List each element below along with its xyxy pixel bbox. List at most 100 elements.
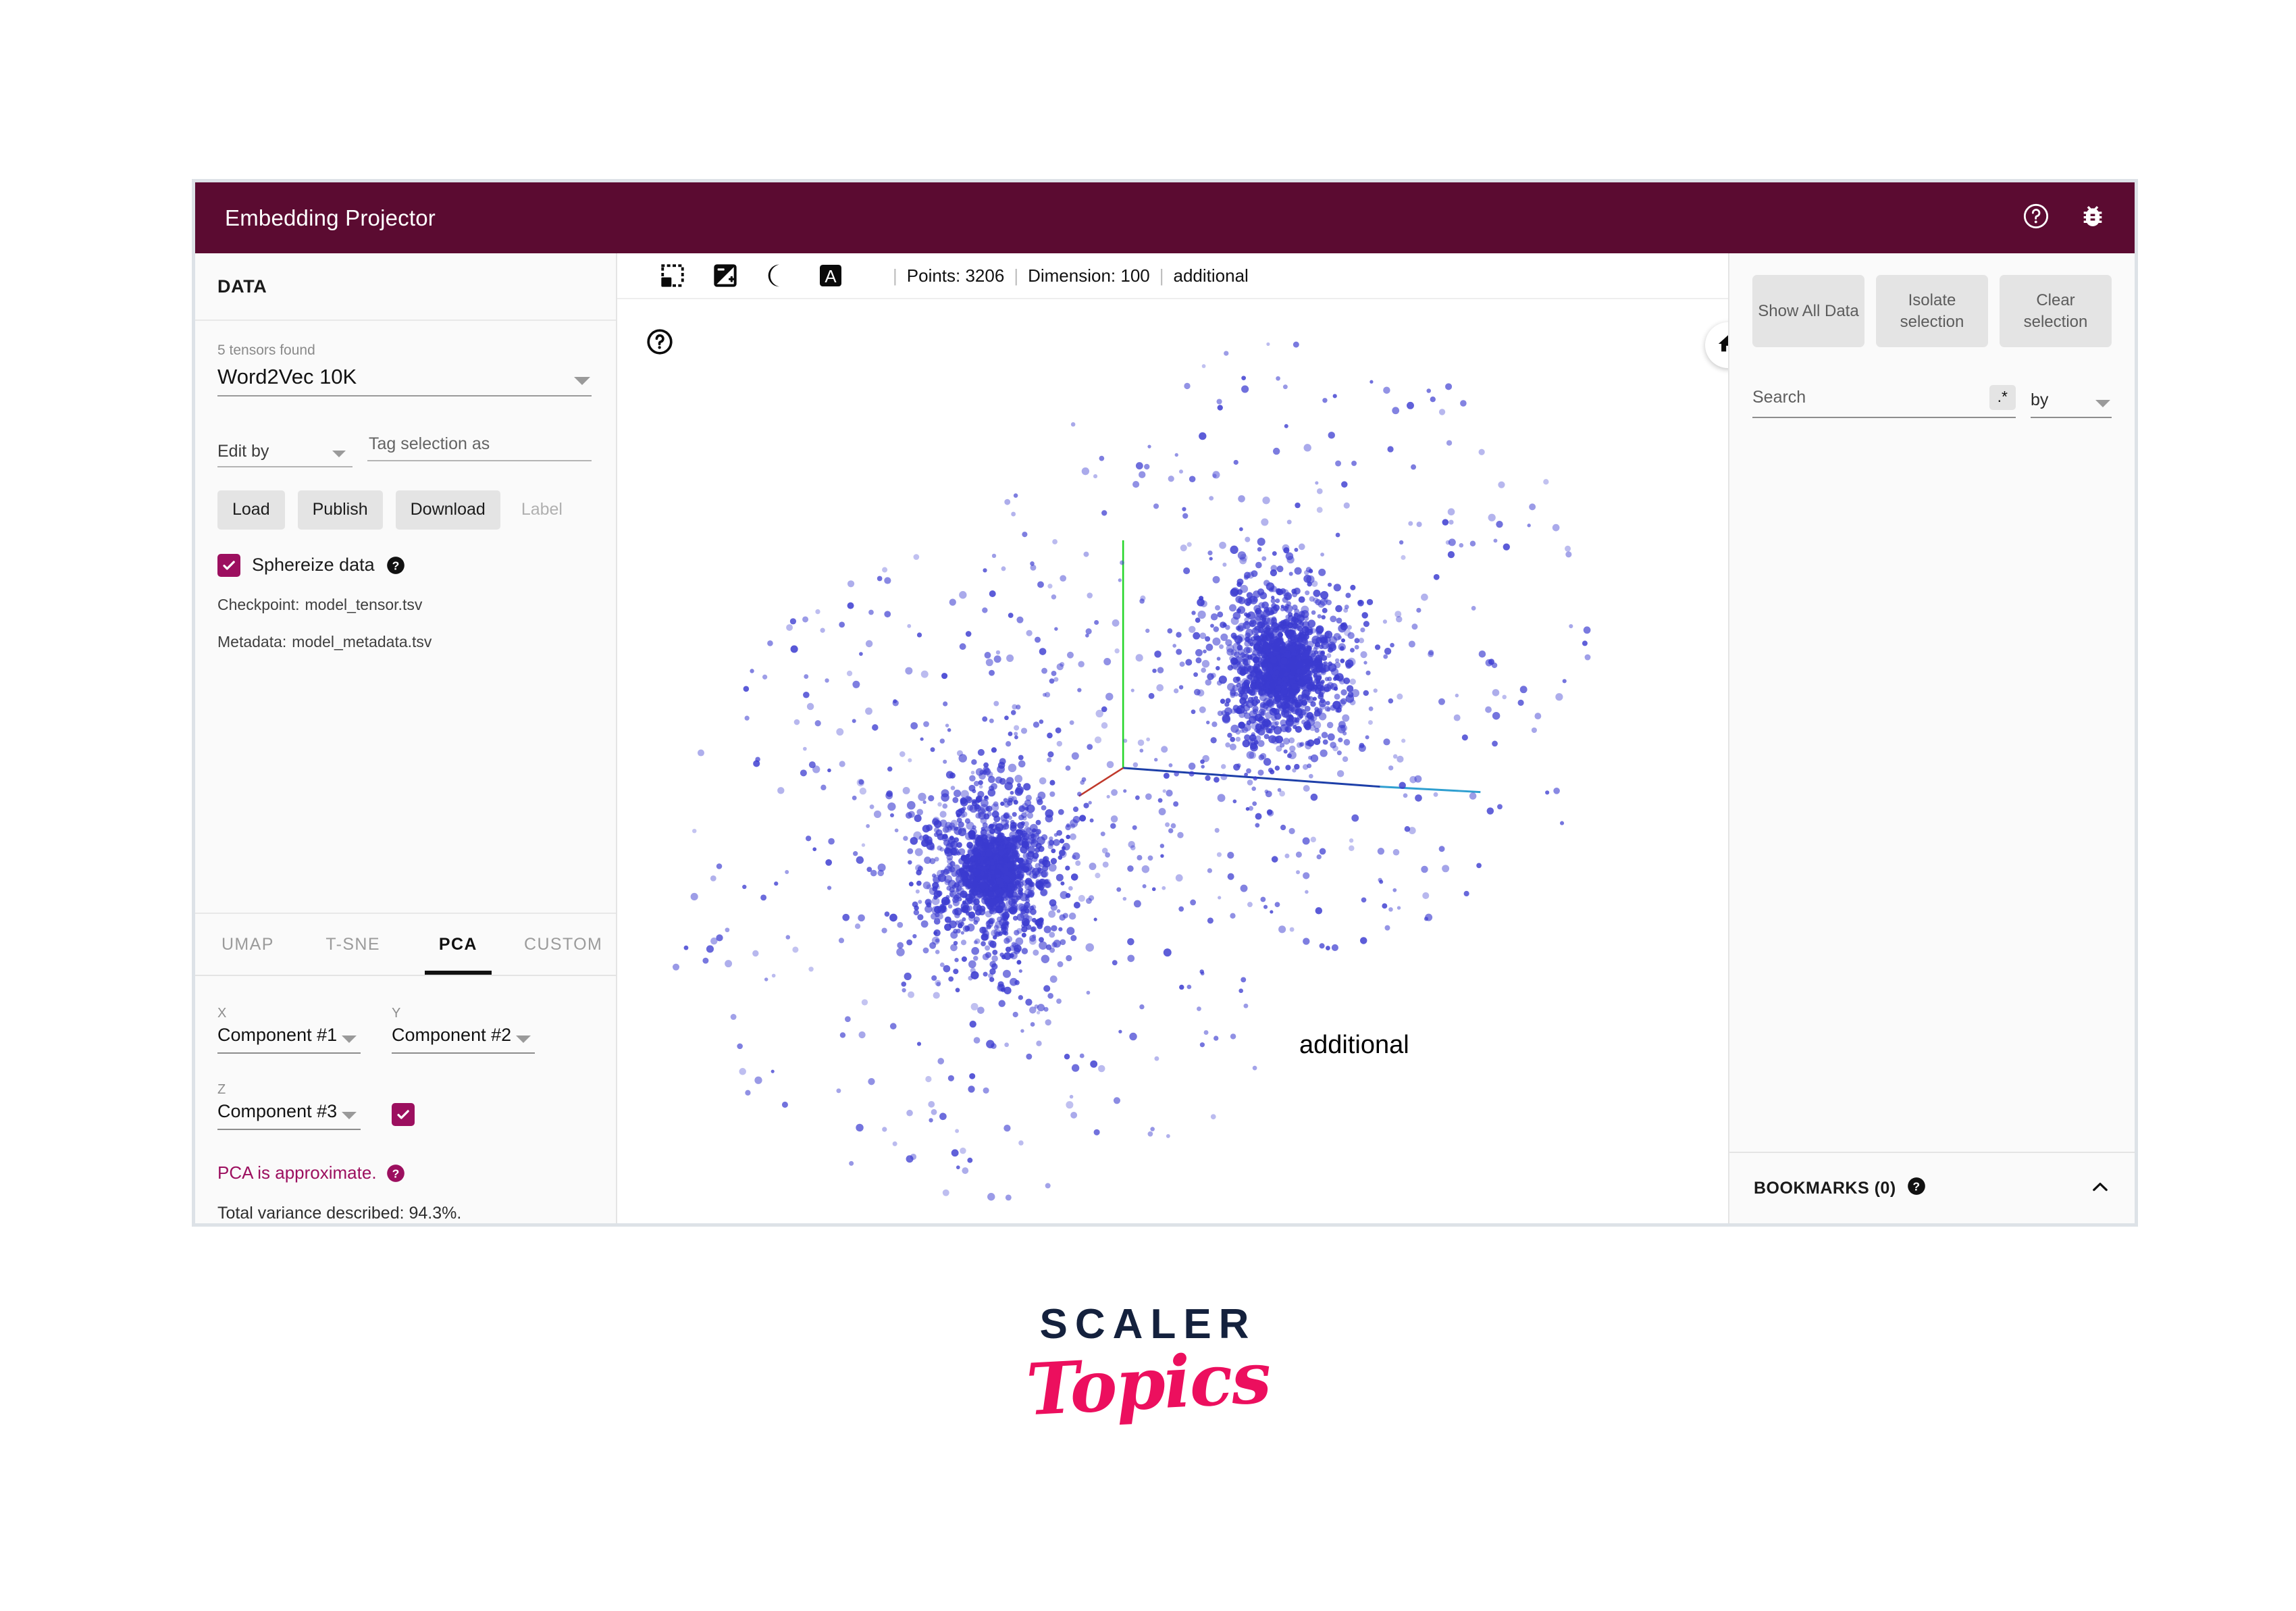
bookmarks-left: BOOKMARKS (0) ? xyxy=(1754,1177,1926,1200)
edit-by-select[interactable]: Edit by xyxy=(217,434,353,468)
scatter-points xyxy=(672,341,1591,1201)
tab-umap[interactable]: UMAP xyxy=(195,914,301,975)
labels-icon[interactable]: A xyxy=(817,262,844,289)
chevron-down-icon xyxy=(2095,400,2110,408)
selected-point-name: additional xyxy=(1173,265,1249,286)
data-action-buttons: Load Publish Download Label xyxy=(217,490,592,530)
svg-text:A: A xyxy=(825,267,837,286)
pca-x-label: X xyxy=(217,1006,227,1021)
pca-x-select[interactable]: Component #1 xyxy=(217,1025,361,1054)
svg-text:?: ? xyxy=(392,1167,399,1180)
points-count: Points: 3206 xyxy=(906,265,1005,286)
pca-z-value: Component #3 xyxy=(217,1101,338,1121)
pca-z-label: Z xyxy=(217,1082,226,1097)
pca-y-field: Y Component #2 xyxy=(392,1006,535,1054)
chevron-down-icon xyxy=(342,1035,357,1043)
clear-selection-button[interactable]: Clear selection xyxy=(2000,275,2112,348)
checkpoint-value: model_tensor.tsv xyxy=(305,595,423,613)
chevron-up-icon[interactable] xyxy=(2089,1175,2112,1202)
pca-xy-row: X Component #1 Y Component #2 xyxy=(217,1006,592,1054)
edit-row: Edit by xyxy=(217,434,592,468)
app-window: Embedding Projector DATA 5 tensors found… xyxy=(192,179,2138,1227)
data-sidebar: DATA 5 tensors found Word2Vec 10K Edit b… xyxy=(195,253,617,1223)
stats-separator-1: | xyxy=(893,265,897,286)
show-all-data-button[interactable]: Show All Data xyxy=(1752,275,1864,348)
regex-toggle-button[interactable]: .* xyxy=(1989,385,2016,411)
search-input[interactable] xyxy=(1752,388,1984,408)
pca-y-select[interactable]: Component #2 xyxy=(392,1025,535,1054)
logo-topics-text: Topics xyxy=(1024,1335,1272,1432)
pca-3d-checkbox[interactable] xyxy=(392,1103,415,1126)
checkpoint-key: Checkpoint: xyxy=(217,595,300,613)
search-by-label: by xyxy=(2031,390,2049,410)
bookmarks-bar[interactable]: BOOKMARKS (0) ? xyxy=(1729,1153,2135,1223)
scatter-canvas[interactable]: additional xyxy=(617,299,1728,1223)
pca-z-field: Z Component #3 xyxy=(217,1082,361,1130)
pca-x-value: Component #1 xyxy=(217,1025,338,1045)
sphereize-label: Sphereize data xyxy=(252,555,375,576)
load-button[interactable]: Load xyxy=(217,490,285,530)
pca-x-field: X Component #1 xyxy=(217,1006,361,1054)
chevron-down-icon xyxy=(332,451,346,458)
canvas-stats: | Points: 3206 | Dimension: 100 | additi… xyxy=(883,265,1249,286)
app-title: Embedding Projector xyxy=(225,205,436,230)
night-mode-contrast-icon[interactable] xyxy=(712,262,739,289)
help-icon[interactable]: ? xyxy=(386,1164,405,1183)
moon-icon[interactable] xyxy=(764,262,791,289)
chevron-down-icon xyxy=(516,1035,531,1043)
stats-separator-3: | xyxy=(1159,265,1164,286)
projector-canvas-panel: A | Points: 3206 | Dimension: 100 | addi… xyxy=(617,253,1729,1223)
download-button[interactable]: Download xyxy=(395,490,500,530)
search-field: .* xyxy=(1752,385,2016,419)
label-button: Label xyxy=(513,490,577,530)
chevron-down-icon xyxy=(342,1112,357,1119)
search-by-select[interactable]: by xyxy=(2031,390,2112,419)
data-section: 5 tensors found Word2Vec 10K Edit by Tag… xyxy=(195,321,616,914)
total-variance-text: Total variance described: 94.3%. xyxy=(217,1204,462,1223)
header-icon-group xyxy=(2023,203,2106,233)
pca-approximate-text: PCA is approximate. xyxy=(217,1162,377,1183)
canvas-toolbar: A | Points: 3206 | Dimension: 100 | addi… xyxy=(617,253,1728,299)
pca-panel: X Component #1 Y Component #2 Z Componen… xyxy=(195,976,616,1223)
edit-by-label: Edit by xyxy=(217,441,269,461)
publish-button[interactable]: Publish xyxy=(297,490,383,530)
app-body: DATA 5 tensors found Word2Vec 10K Edit b… xyxy=(195,253,2135,1223)
help-icon[interactable]: ? xyxy=(1907,1177,1926,1200)
tab-pca[interactable]: PCA xyxy=(406,914,511,975)
tensor-select[interactable]: Word2Vec 10K xyxy=(217,362,592,397)
tab-tsne[interactable]: T-SNE xyxy=(301,914,406,975)
sphereize-row[interactable]: Sphereize data ? xyxy=(217,553,592,577)
pca-approximate-note: PCA is approximate. ? xyxy=(217,1162,592,1183)
svg-text:?: ? xyxy=(392,559,399,572)
metadata-value: model_metadata.tsv xyxy=(292,632,432,650)
home-icon xyxy=(1717,332,1728,359)
tab-custom[interactable]: CUSTOM xyxy=(511,914,616,975)
pca-z-row: Z Component #3 xyxy=(217,1082,592,1130)
tag-selection-input[interactable] xyxy=(367,434,592,462)
inspector-top: Show All Data Isolate selection Clear se… xyxy=(1729,253,2135,1153)
help-icon[interactable]: ? xyxy=(386,556,405,575)
stats-separator-2: | xyxy=(1014,265,1019,286)
chevron-down-icon xyxy=(574,377,590,386)
sidebar-section-title: DATA xyxy=(195,253,616,321)
select-box-icon[interactable] xyxy=(659,262,686,289)
dimension-count: Dimension: 100 xyxy=(1028,265,1150,286)
app-header: Embedding Projector xyxy=(195,182,2135,253)
embedding-scatter-plot xyxy=(672,341,1591,1201)
bug-report-icon[interactable] xyxy=(2079,203,2106,233)
selection-buttons: Show All Data Isolate selection Clear se… xyxy=(1752,275,2112,348)
pca-y-value: Component #2 xyxy=(392,1025,512,1045)
scaler-topics-logo: SCALER Topics xyxy=(0,1304,2296,1432)
search-row: .* by xyxy=(1752,385,2112,419)
inspector-panel: Show All Data Isolate selection Clear se… xyxy=(1729,253,2135,1223)
pca-y-label: Y xyxy=(392,1006,401,1021)
svg-text:?: ? xyxy=(1912,1179,1920,1193)
tag-selection-field xyxy=(367,434,592,467)
isolate-selection-button[interactable]: Isolate selection xyxy=(1876,275,1988,348)
tensor-select-value: Word2Vec 10K xyxy=(217,364,357,388)
help-icon[interactable] xyxy=(2023,203,2050,233)
tensor-caption: 5 tensors found xyxy=(217,342,315,358)
pca-z-select[interactable]: Component #3 xyxy=(217,1101,361,1130)
sphereize-checkbox[interactable] xyxy=(217,553,240,577)
bookmarks-title: BOOKMARKS (0) xyxy=(1754,1178,1896,1198)
